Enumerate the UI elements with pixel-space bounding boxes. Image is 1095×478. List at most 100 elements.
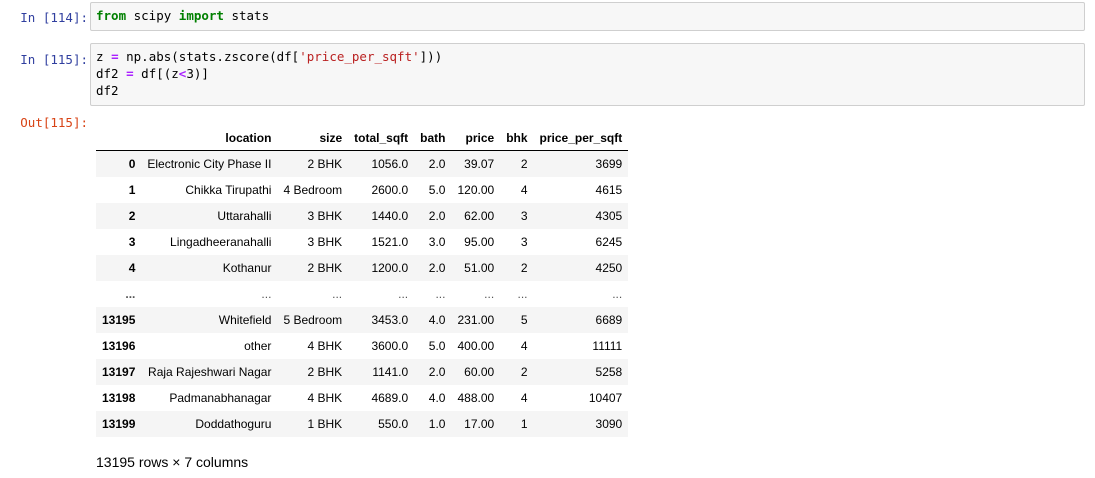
table-cell: 2.0 <box>428 209 446 223</box>
table-cell: 488.00 <box>457 391 495 405</box>
table-cell: Electronic City Phase II <box>147 157 272 171</box>
table-cell: Raja Rajeshwari Nagar <box>148 365 272 379</box>
table-cell: 4689.0 <box>371 391 409 405</box>
code-token: import <box>178 8 224 23</box>
table-cell: 1200.0 <box>371 261 409 275</box>
table-cell: 2 <box>520 261 528 275</box>
table-cell: Lingadheeranahalli <box>170 235 272 249</box>
table-cell: Doddathoguru <box>195 417 272 431</box>
row-index: 13196 <box>102 339 136 353</box>
table-cell: 1 BHK <box>307 417 343 431</box>
table-cell: 3 BHK <box>307 209 343 223</box>
table-cell: 3.0 <box>428 235 446 249</box>
dataframe-table: location size total_sqft bath price bhk price_… <box>96 125 629 437</box>
table-cell: 4.0 <box>428 391 446 405</box>
table-cell: 3 BHK <box>307 235 343 249</box>
row-index: 13198 <box>102 391 136 405</box>
table-header-row: location size total_sqft bath price bhk price_… <box>96 125 629 151</box>
table-cell: 4 <box>520 391 528 405</box>
table-cell: 2 BHK <box>307 365 343 379</box>
table-cell: 550.0 <box>378 417 409 431</box>
code-token: = <box>111 49 119 64</box>
code-token: z <box>96 49 112 64</box>
table-cell: ... <box>261 287 272 301</box>
table-row: 1 Chikka Tirupathi 4 Bedroom 2600.0 5.0 120.0… <box>96 177 628 203</box>
table-cell: 1056.0 <box>371 157 409 171</box>
row-index: 13195 <box>102 313 136 327</box>
code-token: np.abs(stats.zscore(df[ <box>118 49 300 64</box>
table-cell: 120.00 <box>457 183 495 197</box>
table-cell: 4 BHK <box>307 391 343 405</box>
column-header-bhk: bhk <box>500 125 534 151</box>
dataframe-shape-text: 13195 rows × 7 columns <box>96 454 249 470</box>
table-cell: 2 BHK <box>307 157 343 171</box>
table-cell: 2 BHK <box>307 261 343 275</box>
table-row: 3 Lingadheeranahalli 3 BHK 1521.0 3.0 95.00 3 6… <box>96 229 628 255</box>
table-row: 13198 Padmanabhanagar 4 BHK 4689.0 4.0 488.00… <box>96 385 628 411</box>
table-cell: 5258 <box>595 365 623 379</box>
table-row: 13195 Whitefield 5 Bedroom 3453.0 4.0 231.00 5… <box>96 307 629 333</box>
table-cell: 2.0 <box>428 261 446 275</box>
table-cell: 4 <box>520 183 528 197</box>
row-index: 1 <box>128 183 136 197</box>
table-cell: Kothanur <box>222 261 272 275</box>
table-cell: 3 <box>520 209 528 223</box>
code-token: = <box>126 66 134 81</box>
table-row: 2 Uttarahalli 3 BHK 1440.0 2.0 62.00 3 4305 <box>96 203 629 229</box>
table-cell: 3 <box>520 235 528 249</box>
table-cell: 4250 <box>595 261 623 275</box>
table-cell: 6245 <box>595 235 623 249</box>
column-header-size: size <box>277 125 349 151</box>
table-cell: 6689 <box>595 313 623 327</box>
table-cell: 51.00 <box>464 261 495 275</box>
code-input-cell-114[interactable]: from scipy import stats <box>90 2 1085 31</box>
table-row: ........................ <box>96 281 628 307</box>
row-index: 0 <box>128 157 136 171</box>
table-cell: 4 <box>520 339 528 353</box>
code-input-cell-115[interactable]: z = np.abs(stats.zscore(df['price_per_sq… <box>90 43 1085 106</box>
code-token: 'price_per_sqft' <box>299 49 420 64</box>
table-cell: 4.0 <box>428 313 446 327</box>
table-cell: 2600.0 <box>371 183 409 197</box>
table-cell: 231.00 <box>457 313 495 327</box>
row-index: 4 <box>128 261 136 275</box>
code-token: stats <box>223 8 270 23</box>
row-index: 13197 <box>102 365 136 379</box>
table-cell: 5.0 <box>428 183 446 197</box>
column-header-location: location <box>141 125 278 151</box>
table-cell: ... <box>484 287 495 301</box>
table-row: 0 Electronic City Phase II 2 BHK 1056.0 2.0 3… <box>96 150 629 177</box>
table-row: 13199 Doddathoguru 1 BHK 550.0 1.0 17.00 1 3090 <box>96 411 629 437</box>
table-row: 13197 Raja Rajeshwari Nagar 2 BHK 1141.0 2.0… <box>96 359 629 385</box>
table-cell: 10407 <box>588 391 623 405</box>
row-index: 13199 <box>102 417 136 431</box>
table-cell: 4305 <box>595 209 623 223</box>
column-header-bath: bath <box>414 125 452 151</box>
table-cell: 11111 <box>592 339 623 353</box>
code-token: scipy <box>126 8 179 23</box>
table-cell: 2 <box>520 365 528 379</box>
table-cell: ... <box>332 287 343 301</box>
table-cell: other <box>244 339 272 353</box>
table-cell: 1.0 <box>428 417 446 431</box>
table-cell: 1141.0 <box>372 365 409 379</box>
table-cell: 1 <box>520 417 528 431</box>
table-cell: 4 BHK <box>307 339 343 353</box>
table-cell: 3453.0 <box>371 313 409 327</box>
table-cell: ... <box>435 287 446 301</box>
table-cell: ... <box>612 287 623 301</box>
input-prompt-114: In [114]: <box>20 10 88 25</box>
table-cell: Chikka Tirupathi <box>185 183 272 197</box>
table-cell: 3600.0 <box>371 339 409 353</box>
table-cell: 4615 <box>595 183 623 197</box>
column-header-price-per-sqft: price_per_sqft <box>533 125 629 151</box>
code-token: df[(z <box>133 66 179 81</box>
table-body: 0 Electronic City Phase II 2 BHK 1056.0 2.0 3… <box>96 150 629 437</box>
table-cell: 4 Bedroom <box>283 183 343 197</box>
row-index: 3 <box>128 235 136 249</box>
column-header-total-sqft: total_sqft <box>348 125 415 151</box>
column-header-price: price <box>451 125 501 151</box>
table-cell: Whitefield <box>218 313 272 327</box>
table-cell: 2.0 <box>428 157 446 171</box>
column-header-index <box>96 125 142 151</box>
